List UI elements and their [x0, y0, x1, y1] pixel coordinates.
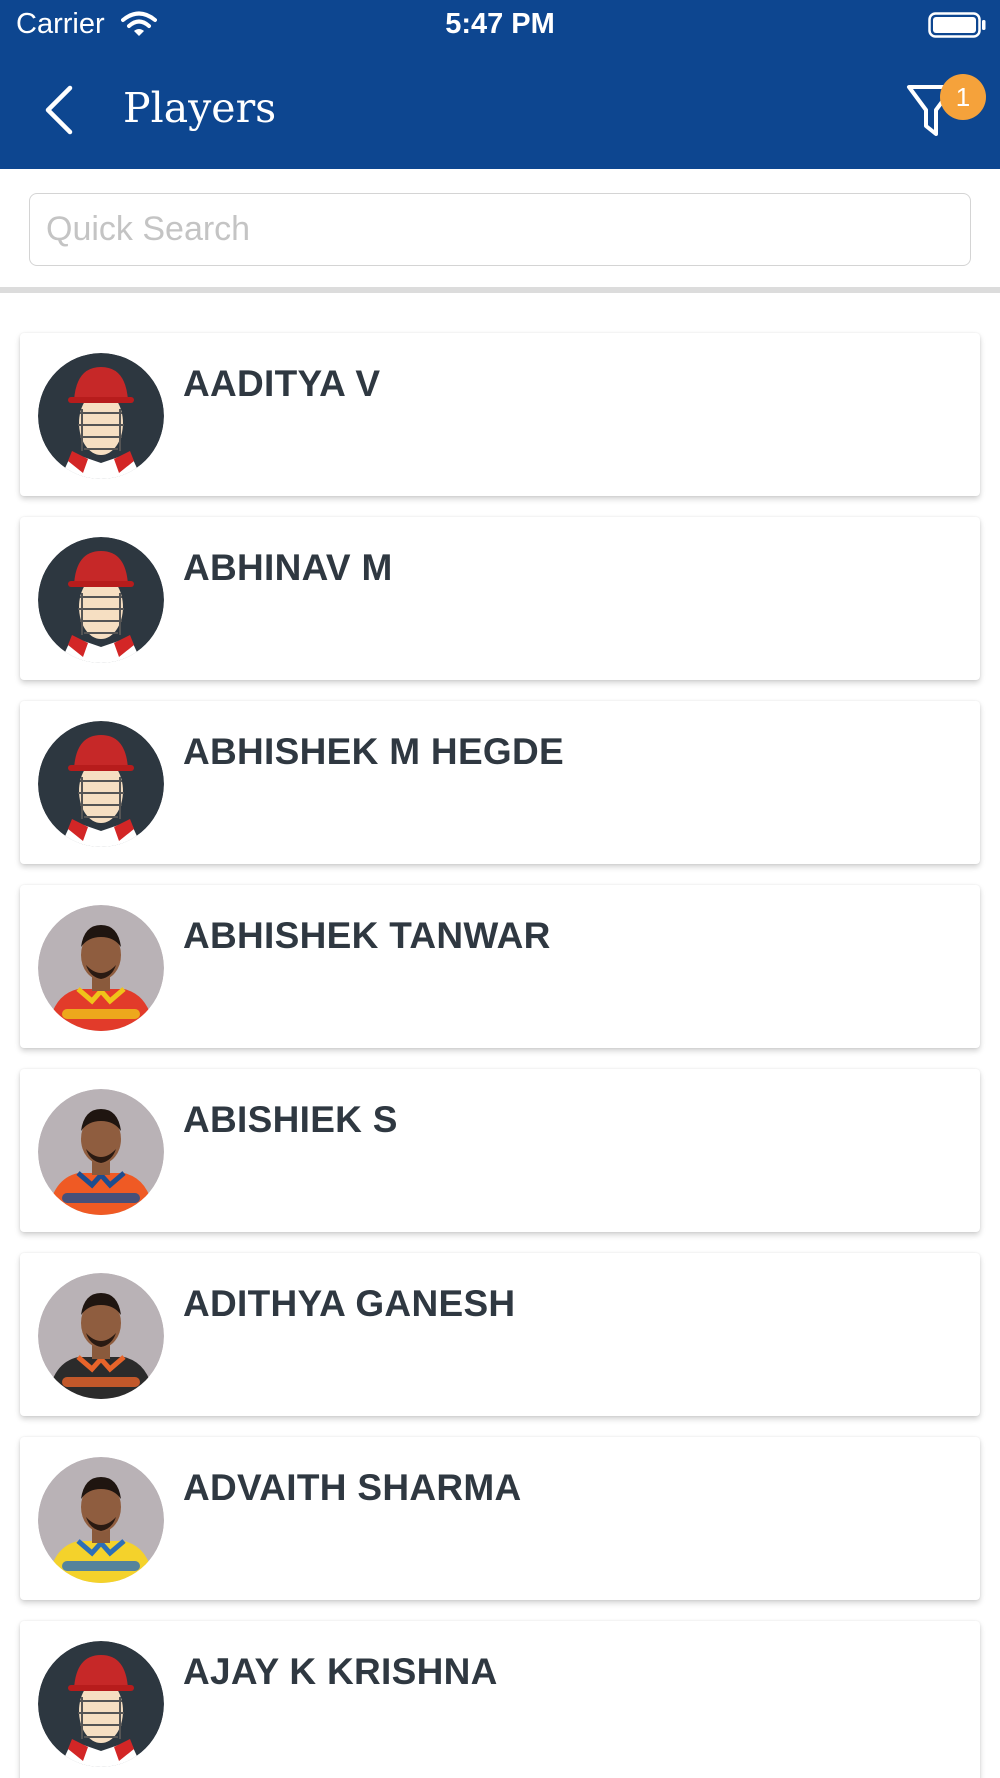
page-title: Players: [123, 84, 277, 132]
search-bar: [0, 169, 1000, 293]
player-card[interactable]: ADVAITH SHARMA: [20, 1437, 980, 1600]
filter-button[interactable]: 1: [900, 74, 986, 150]
player-card[interactable]: AADITYA V: [20, 333, 980, 496]
player-photo-avatar: [38, 1273, 164, 1399]
player-name: ADITHYA GANESH: [183, 1283, 516, 1324]
player-photo-avatar: [38, 905, 164, 1031]
back-chevron-icon[interactable]: [40, 82, 80, 138]
player-name: AJAY K KRISHNA: [183, 1651, 498, 1692]
player-card[interactable]: ABHISHEK TANWAR: [20, 885, 980, 1048]
filter-count-badge: 1: [940, 74, 986, 120]
player-card[interactable]: ADITHYA GANESH: [20, 1253, 980, 1416]
player-card[interactable]: ABISHIEK S: [20, 1069, 980, 1232]
player-card[interactable]: ABHINAV M: [20, 517, 980, 680]
player-name: ABISHIEK S: [183, 1099, 398, 1140]
player-photo-avatar: [38, 1089, 164, 1215]
quick-search-input[interactable]: [29, 193, 971, 266]
player-photo-avatar: [38, 1457, 164, 1583]
navigation-bar: Players 1: [0, 52, 1000, 169]
player-card[interactable]: AJAY K KRISHNA: [20, 1621, 980, 1778]
status-time: 5:47 PM: [445, 8, 555, 40]
battery-icon: [928, 12, 986, 38]
status-bar: Carrier 5:47 PM: [0, 0, 1000, 52]
player-placeholder-avatar-icon: [38, 721, 164, 847]
player-placeholder-avatar-icon: [38, 537, 164, 663]
player-placeholder-avatar-icon: [38, 353, 164, 479]
player-placeholder-avatar-icon: [38, 1641, 164, 1767]
player-name: AADITYA V: [183, 363, 381, 404]
player-name: ABHISHEK TANWAR: [183, 915, 551, 956]
player-card[interactable]: ABHISHEK M HEGDE: [20, 701, 980, 864]
player-name: ABHISHEK M HEGDE: [183, 731, 564, 772]
player-list: AADITYA V ABHINAV M ABHISHEK M HEGDE ABH…: [0, 293, 1000, 1778]
player-name: ADVAITH SHARMA: [183, 1467, 522, 1508]
app-header: Carrier 5:47 PM Players 1: [0, 0, 1000, 169]
player-name: ABHINAV M: [183, 547, 393, 588]
